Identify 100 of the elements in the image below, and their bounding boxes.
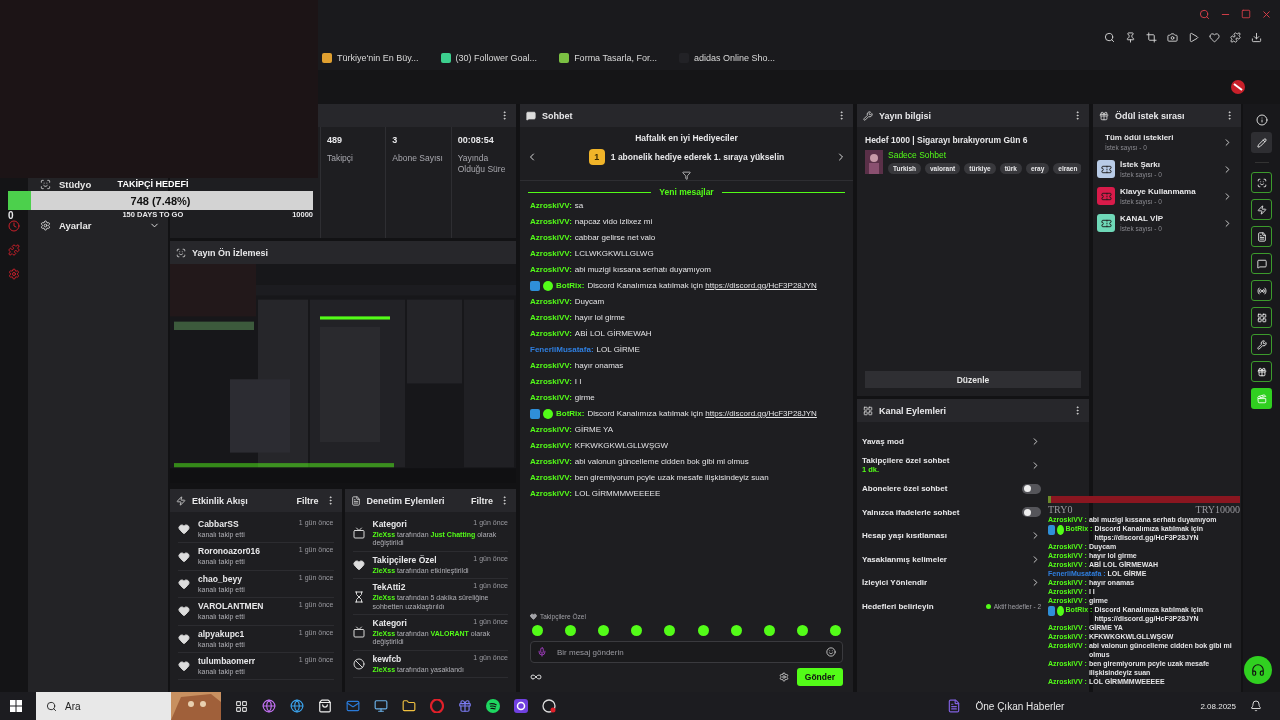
username[interactable]: CabbarSS [198,519,239,529]
chat-username[interactable]: AzroskiVV: [530,489,572,500]
emote-icon[interactable] [565,625,577,636]
music-icon[interactable] [486,699,500,713]
channel-action-label[interactable]: Yavaş mod [862,437,904,447]
camera-icon[interactable] [1167,31,1178,43]
infinity-icon[interactable] [530,671,542,683]
document-icon[interactable] [1251,226,1272,247]
channel-action-label[interactable]: Hedefleri belirleyin [862,601,934,611]
info-icon[interactable] [1255,114,1268,126]
browser-icon[interactable] [290,699,304,713]
chat-username[interactable]: AzroskiVV: [530,329,572,340]
clock-date[interactable]: 2.08.2025 [1200,701,1236,711]
pin-icon[interactable] [1125,31,1136,43]
reward-name[interactable]: Klavye Kullanmama [1120,187,1217,196]
microphone-icon[interactable] [537,647,547,657]
broadcast-icon[interactable] [1251,280,1272,301]
news-widget[interactable]: Öne Çıkan Haberler [975,700,1065,712]
smiley-icon[interactable] [826,647,836,657]
discord-link[interactable]: https://discord.gg/HcF3P28JYN [705,409,817,418]
username[interactable]: alpyakupc1 [198,628,245,639]
reward-name[interactable]: KANAL VİP [1120,214,1217,223]
channel-action-label[interactable]: Abonelere özel sohbet [862,484,948,494]
mail-icon[interactable] [346,699,360,713]
username[interactable]: tulumbaomerr [198,655,256,666]
layout-icon[interactable] [1251,307,1272,328]
chat-username[interactable]: AzroskiVV: [530,473,572,484]
emote-icon[interactable] [697,625,709,636]
emote-icon[interactable] [532,625,543,636]
message-field[interactable]: Bir mesaj gönderin [555,646,818,658]
circle-app-icon[interactable] [514,699,528,713]
chat-username[interactable]: AzroskiVV: [530,393,572,404]
chat-username[interactable]: AzroskiVV: [530,457,572,468]
chat-username[interactable]: AzroskiVV: [530,297,572,308]
gift-icon[interactable] [1251,361,1272,382]
emote-icon[interactable] [598,625,610,636]
crop-icon[interactable] [1146,31,1157,43]
send-button[interactable]: Gönder [796,668,843,686]
logo-icon[interactable] [1230,79,1246,95]
emote-icon[interactable] [664,625,676,636]
zap-icon[interactable] [1251,199,1272,220]
settings-icon[interactable] [8,268,20,280]
chat-username[interactable]: AzroskiVV: [530,217,572,228]
download-icon[interactable] [1251,31,1262,43]
restore-icon[interactable] [1241,9,1251,19]
message-composer[interactable]: Bir mesaj gönderin [530,641,843,663]
toggle-switch[interactable] [1022,507,1041,518]
bookmark[interactable]: (30) Follower Goal... [440,53,538,63]
channel-action-label[interactable]: İzleyici Yönlendir [862,578,928,588]
filter-link[interactable]: Filtre [296,495,319,506]
emote-icon[interactable] [763,625,775,636]
chat-username[interactable]: AzroskiVV: [530,377,572,388]
play-icon[interactable] [1188,31,1199,43]
opera-icon[interactable] [430,699,444,713]
chat-username[interactable]: AzroskiVV: [530,265,572,276]
chat-username[interactable]: FenerliMusatafa: [530,345,594,356]
emote-icon[interactable] [631,625,643,636]
bookmark[interactable]: adidas Online Sho... [679,53,776,63]
taskbar-search-field[interactable]: Ara [36,692,221,720]
scan-icon[interactable] [1251,172,1272,193]
chat-username[interactable]: AzroskiVV: [530,313,572,324]
channel-action-label[interactable]: Hesap yaşı kısıtlaması [862,531,947,541]
close-icon[interactable] [1261,8,1272,20]
toggle-switch[interactable] [1022,483,1041,494]
app-icon[interactable] [262,699,276,713]
pencil-icon[interactable] [1251,132,1272,153]
chat-username[interactable]: BotRix: [556,281,585,292]
task-view-icon[interactable] [235,699,248,713]
emote-icon[interactable] [730,625,742,636]
wrench-icon[interactable] [1251,334,1272,355]
news-icon[interactable] [947,699,962,713]
channel-action-label[interactable]: Yalnızca ifadelerle sohbet [862,507,960,517]
emote-icon[interactable] [796,625,808,636]
username[interactable]: Roronoazor016 [198,546,260,557]
category-name[interactable]: Sadece Sohbet [888,150,1081,160]
chat-username[interactable]: AzroskiVV: [530,201,572,212]
heart-icon[interactable] [1209,31,1220,43]
username[interactable]: chao_beyy [198,573,242,584]
chat-username[interactable]: AzroskiVV: [530,249,572,260]
bookmark[interactable]: Türkiye'nin En Büy... [322,53,419,63]
edit-button[interactable]: Düzenle [865,371,1081,388]
chat-username[interactable]: AzroskiVV: [530,425,572,436]
chat-username[interactable]: AzroskiVV: [530,233,572,244]
reward-name[interactable]: Tüm ödül istekleri [1105,133,1217,142]
folder-icon[interactable] [402,699,416,713]
reward-name[interactable]: İstek Şarkı [1120,160,1217,169]
chat-icon[interactable] [1251,253,1272,274]
chat-username[interactable]: BotRix: [556,409,585,420]
discord-link[interactable]: https://discord.gg/HcF3P28JYN [705,281,817,290]
notification-icon[interactable] [1250,700,1262,712]
emote-icon[interactable] [830,625,841,636]
chat-username[interactable]: AzroskiVV: [530,361,572,372]
channel-action-label[interactable]: Yasaklanmış kelimeler [862,554,947,564]
filter-link[interactable]: Filtre [471,495,493,506]
channel-action-label[interactable]: Takipçilere özel sohbet [862,456,950,466]
recorder-icon[interactable] [542,699,556,713]
bookmark[interactable]: Forma Tasarla, For... [559,53,657,63]
clapperboard-icon[interactable] [1251,388,1272,409]
search-icon[interactable] [1199,8,1210,20]
zoom-icon[interactable] [1104,31,1115,43]
